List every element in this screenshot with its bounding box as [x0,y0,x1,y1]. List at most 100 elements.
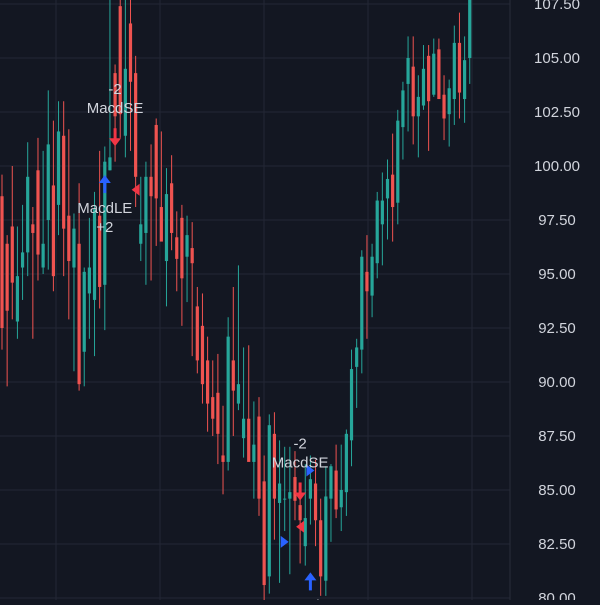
candle-body [262,481,266,586]
candle-body [41,243,45,268]
candle-body [380,200,384,225]
candle-body [170,183,174,233]
candle-body [0,196,4,328]
candle-body [257,416,261,499]
candle-body [427,55,431,102]
candle-body [15,276,20,322]
candle-body [360,256,364,350]
signal-name-label: MacdSE [272,454,329,471]
y-tick-label: 90.00 [538,374,576,391]
candle-body [82,271,86,352]
candle-body [72,228,76,268]
signal-qty-label: -2 [293,435,306,452]
candle-body [416,96,420,117]
candle-body [452,42,456,100]
candle-body [247,418,251,462]
candle-body [298,505,302,521]
candle-body [437,49,441,100]
candle-body [175,237,179,259]
candle-body [67,215,71,262]
candle-body [77,243,81,385]
candle-body [283,498,287,500]
candle-body [20,252,25,268]
candle-body [339,490,343,508]
y-tick-label: 102.50 [534,104,580,121]
candle-body [51,185,55,277]
candle-body [406,58,410,84]
candle-body [195,306,199,361]
candle-body [293,477,297,501]
candle-body [190,248,194,264]
y-tick-label: 105.00 [534,50,580,67]
y-tick-label: 97.50 [538,212,576,229]
candle-body [329,466,333,499]
signal-name-label: MacdSE [87,100,144,117]
candle-body [241,418,246,439]
y-tick-label: 107.50 [534,0,580,13]
candle-body [432,53,436,95]
candle-body [154,124,158,199]
candle-body [324,496,328,581]
candle-down [0,174,4,350]
y-tick-label: 82.50 [538,536,576,553]
candle-body [231,360,235,391]
candle-body [349,369,354,441]
candle-body [411,66,415,117]
candle-body [308,479,312,499]
candle-body [313,483,318,521]
candle-body [252,444,256,462]
candle-body [421,68,426,106]
candle-body [149,176,153,197]
candle-body [180,217,184,279]
chart-canvas[interactable]: -2MacdSEMacdLE+2-2MacdSEMacdLE 107.50105… [0,0,600,605]
candle-body [211,397,215,419]
candle-body [267,425,271,577]
signal-qty-label: +2 [96,219,113,236]
candle-body [319,520,323,577]
candle-body [10,226,14,283]
candle-body [334,470,338,510]
candle-body [385,178,390,199]
candle-body [108,157,112,171]
candle-body [134,73,138,177]
candle-up [267,414,271,594]
candle-body [303,518,307,547]
y-tick-label: 87.50 [538,428,576,445]
y-tick-label: 85.00 [538,482,576,499]
candle-body [236,384,241,404]
candle-body [463,60,467,100]
candle-body [36,170,40,255]
candle-body [216,392,220,434]
candle-body [139,224,143,244]
candlestick-chart[interactable]: -2MacdSEMacdLE+2-2MacdSEMacdLE 107.50105… [0,0,600,605]
y-tick-label: 100.00 [534,158,580,175]
candle-body [375,200,379,264]
candle-body [56,131,61,205]
candle-up [226,317,230,471]
candle-body [62,135,66,229]
candle-body [26,176,30,253]
candle-body [200,325,205,385]
candle-body [468,0,472,58]
candle-body [164,194,169,262]
y-tick-label: 80.00 [538,590,576,600]
signal-qty-label: -2 [108,81,121,98]
candle-body [391,174,395,208]
candle-body [128,23,133,82]
candle-body [365,271,369,292]
candle-body [370,256,374,296]
candle-body [87,267,91,294]
y-tick-label: 92.50 [538,320,576,337]
signal-name-label: MacdLE [77,200,132,217]
candle-body [457,42,462,93]
candle-body [206,360,210,404]
candle-body [159,207,163,242]
candle-body [442,94,446,119]
candle-body [46,144,50,220]
candle-body [226,336,230,462]
candle-body [401,90,405,128]
candle-body [288,492,292,499]
candle-body [447,88,451,115]
candle-body [5,243,9,311]
candle-body [144,176,148,233]
